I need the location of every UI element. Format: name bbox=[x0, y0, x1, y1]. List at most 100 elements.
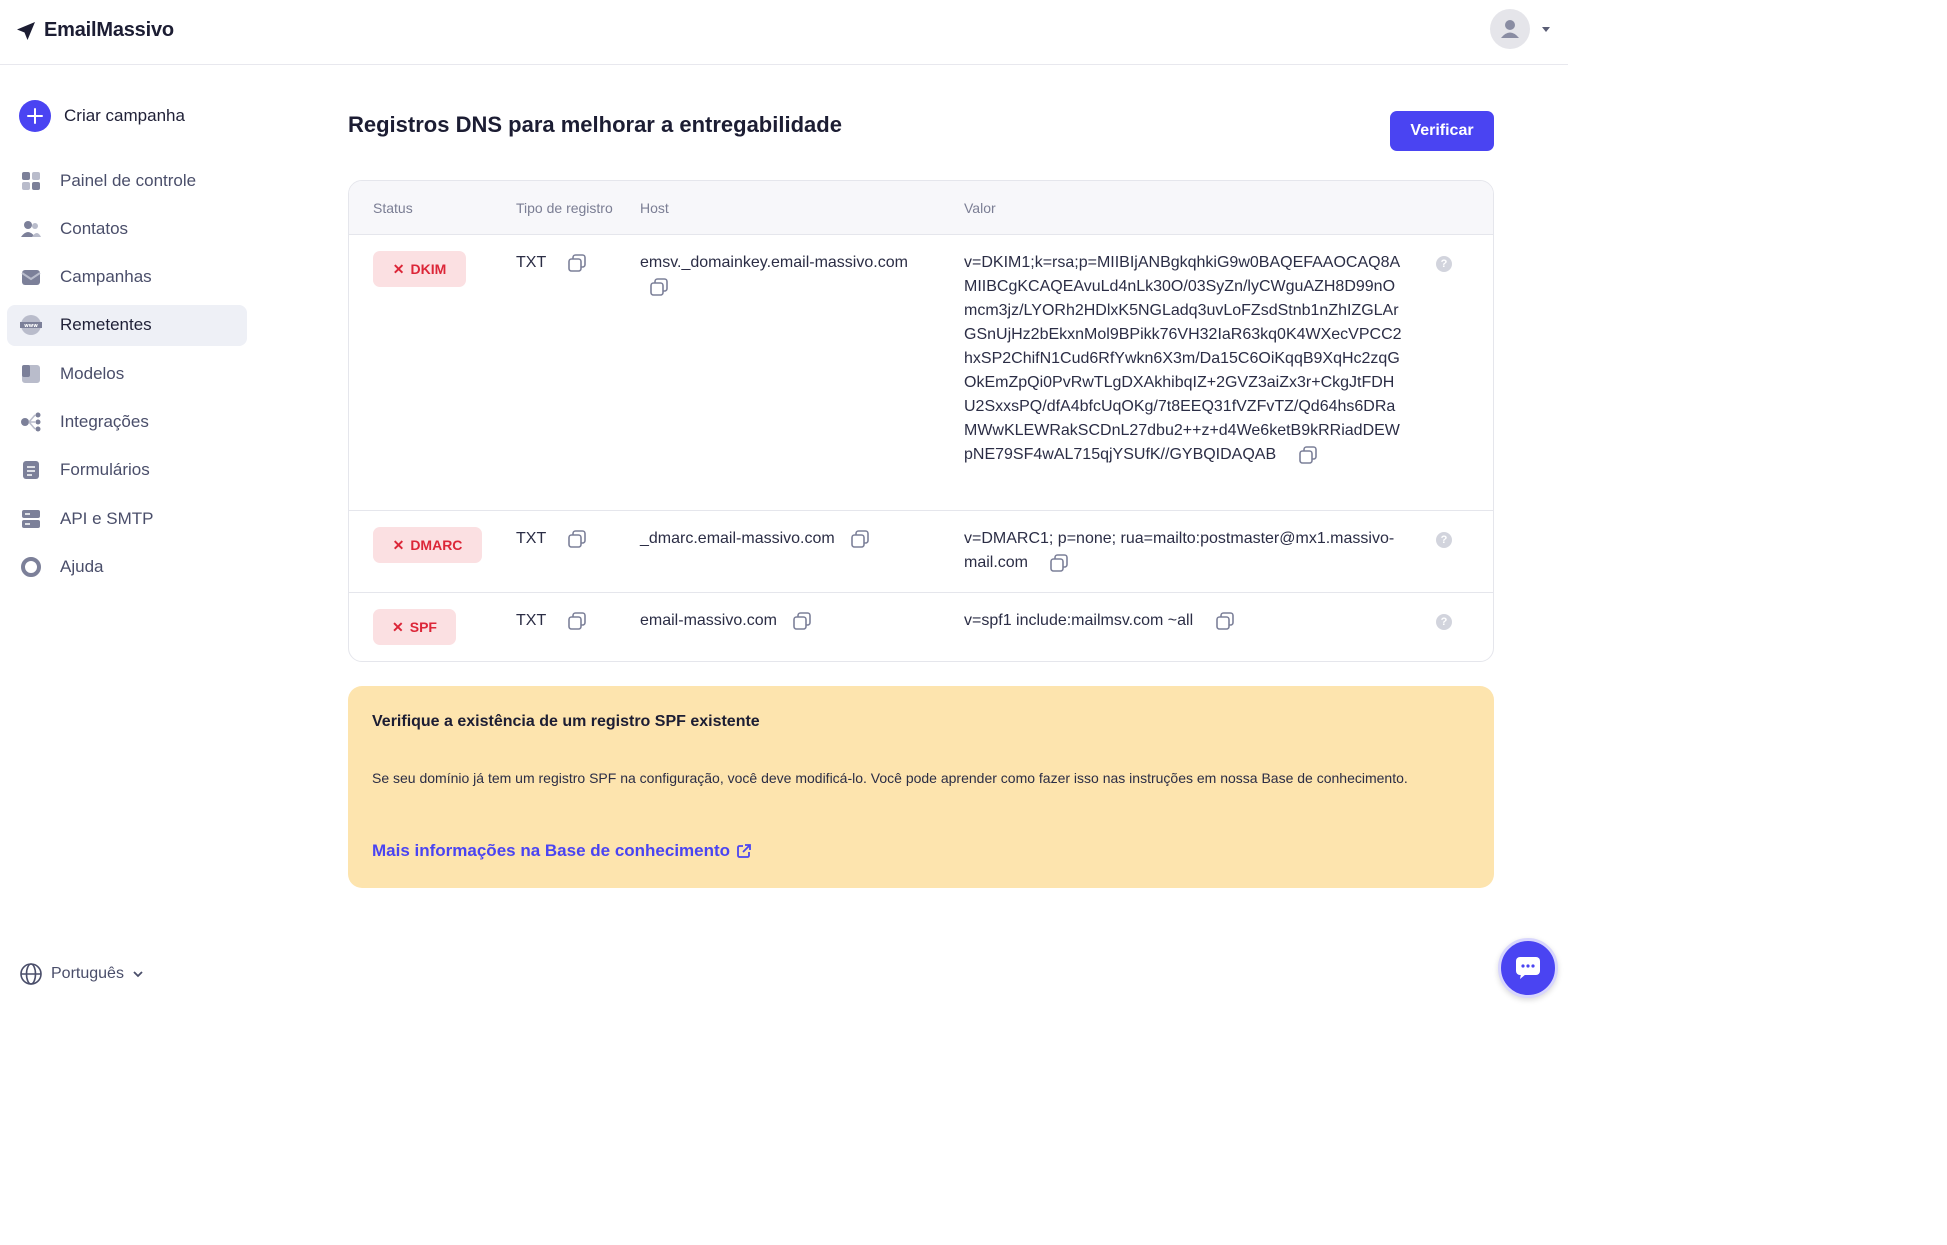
chevron-down-icon bbox=[133, 971, 143, 978]
create-campaign-label: Criar campanha bbox=[64, 106, 185, 125]
record-value: v=DKIM1;k=rsa;p=MIIBIjANBgkqhkiG9w0BAQEF… bbox=[964, 254, 1402, 463]
templates-icon bbox=[20, 363, 42, 385]
chat-button[interactable] bbox=[1498, 938, 1558, 998]
record-type: TXT bbox=[516, 254, 546, 271]
column-header-status: Status bbox=[373, 200, 413, 216]
page-title: Registros DNS para melhorar a entregabil… bbox=[348, 112, 842, 137]
host-value: email-massivo.com bbox=[640, 612, 777, 629]
dns-records-table: Status Tipo de registro Host Valor ✕ DKI… bbox=[348, 180, 1494, 662]
verify-button[interactable]: Verificar bbox=[1390, 111, 1494, 151]
copy-icon[interactable] bbox=[568, 253, 587, 272]
language-selector[interactable]: Português bbox=[19, 962, 144, 986]
close-icon: ✕ bbox=[392, 260, 405, 277]
sidebar-item-integrations[interactable]: Integrações bbox=[7, 401, 247, 442]
host-cell: _dmarc.email-massivo.com bbox=[640, 527, 869, 551]
table-header: Status Tipo de registro Host Valor bbox=[349, 181, 1493, 235]
globe-icon bbox=[20, 963, 42, 985]
sidebar-item-api-smtp[interactable]: API e SMTP bbox=[7, 498, 247, 539]
sidebar-item-help[interactable]: Ajuda bbox=[7, 546, 247, 587]
plus-icon bbox=[19, 100, 51, 132]
status-badge-label: DMARC bbox=[410, 537, 463, 553]
copy-icon[interactable] bbox=[650, 277, 668, 296]
sidebar-item-contacts[interactable]: Contatos bbox=[7, 208, 247, 249]
sidebar-item-senders[interactable]: www Remetentes bbox=[7, 304, 247, 346]
copy-icon[interactable] bbox=[1298, 445, 1317, 464]
forms-icon bbox=[20, 459, 42, 481]
record-type: TXT bbox=[516, 530, 546, 547]
sidebar-item-label: Ajuda bbox=[60, 556, 104, 576]
sidebar-item-label: Remetentes bbox=[60, 315, 152, 335]
value-cell: v=DKIM1;k=rsa;p=MIIBIjANBgkqhkiG9w0BAQEF… bbox=[964, 251, 1404, 467]
sidebar-item-templates[interactable]: Modelos bbox=[7, 353, 247, 394]
sidebar-item-label: Contatos bbox=[60, 218, 129, 238]
column-header-value: Valor bbox=[964, 200, 996, 216]
top-bar: EmailMassivo bbox=[0, 0, 1568, 65]
sidebar-item-label: Campanhas bbox=[60, 267, 152, 287]
chat-icon bbox=[1516, 957, 1540, 979]
table-row-dmarc: ✕ DMARC TXT _dmarc.email-massivo.com v=D… bbox=[349, 511, 1493, 593]
record-type-cell: TXT bbox=[516, 527, 587, 551]
close-icon: ✕ bbox=[392, 618, 404, 635]
warning-text: Se seu domínio já tem um registro SPF na… bbox=[372, 770, 1408, 786]
record-type: TXT bbox=[516, 612, 546, 629]
sidebar-item-campaigns[interactable]: Campanhas bbox=[7, 257, 247, 298]
copy-icon[interactable] bbox=[851, 529, 869, 548]
spf-warning-box: Verifique a existência de um registro SP… bbox=[348, 686, 1494, 888]
sidebar-item-label: Modelos bbox=[60, 363, 125, 383]
warning-title: Verifique a existência de um registro SP… bbox=[372, 713, 760, 730]
knowledge-base-link[interactable]: Mais informações na Base de conhecimento bbox=[372, 841, 752, 861]
user-avatar[interactable] bbox=[1490, 9, 1530, 49]
host-cell: emsv._domainkey.email-massivo.com bbox=[640, 251, 940, 299]
help-lifebuoy-icon bbox=[20, 556, 42, 578]
contacts-icon bbox=[20, 218, 42, 240]
status-badge-label: DKIM bbox=[410, 261, 447, 277]
close-icon: ✕ bbox=[392, 536, 405, 553]
app-name: EmailMassivo bbox=[44, 19, 174, 41]
sidebar-item-label: Painel de controle bbox=[60, 170, 197, 190]
record-value: v=DMARC1; p=none; rua=mailto:postmaster@… bbox=[964, 530, 1395, 571]
paper-plane-icon bbox=[17, 21, 35, 40]
sidebar-item-label: Formulários bbox=[60, 460, 150, 480]
copy-icon[interactable] bbox=[568, 529, 587, 548]
dashboard-icon bbox=[20, 170, 42, 192]
column-header-type: Tipo de registro bbox=[516, 200, 613, 216]
value-cell: v=spf1 include:mailmsv.com ~all bbox=[964, 609, 1234, 633]
create-campaign-button[interactable]: Criar campanha bbox=[19, 100, 185, 132]
sidebar-item-dashboard[interactable]: Painel de controle bbox=[7, 160, 247, 201]
column-header-host: Host bbox=[640, 200, 669, 216]
sidebar-item-label: API e SMTP bbox=[60, 508, 154, 528]
external-link-icon bbox=[737, 844, 751, 858]
table-row-spf: ✕ SPF TXT email-massivo.com v=spf1 inclu… bbox=[349, 593, 1493, 661]
status-badge: ✕ DMARC bbox=[373, 527, 482, 563]
copy-icon[interactable] bbox=[1050, 553, 1069, 572]
app-logo[interactable]: EmailMassivo bbox=[16, 19, 174, 42]
copy-icon[interactable] bbox=[568, 611, 587, 630]
sidebar-item-label: Integrações bbox=[60, 411, 149, 431]
campaigns-icon bbox=[20, 266, 42, 288]
status-badge: ✕ SPF bbox=[373, 609, 456, 645]
copy-icon[interactable] bbox=[1215, 611, 1234, 630]
copy-icon[interactable] bbox=[793, 611, 812, 630]
value-cell: v=DMARC1; p=none; rua=mailto:postmaster@… bbox=[964, 527, 1404, 575]
language-label: Português bbox=[51, 965, 124, 982]
www-icon: www bbox=[20, 314, 42, 336]
sidebar-nav: Painel de controle Contatos Campanhas ww… bbox=[7, 160, 247, 595]
status-badge-label: SPF bbox=[409, 619, 437, 635]
user-icon bbox=[1501, 20, 1519, 38]
status-badge: ✕ DKIM bbox=[373, 251, 466, 287]
help-icon[interactable]: ? bbox=[1436, 532, 1452, 548]
host-value: _dmarc.email-massivo.com bbox=[640, 530, 835, 547]
record-type-cell: TXT bbox=[516, 609, 587, 633]
record-value: v=spf1 include:mailmsv.com ~all bbox=[964, 612, 1194, 629]
chevron-down-icon[interactable] bbox=[1540, 23, 1552, 35]
help-icon[interactable]: ? bbox=[1436, 614, 1452, 630]
help-icon[interactable]: ? bbox=[1436, 256, 1452, 272]
integrations-icon bbox=[20, 411, 42, 433]
svg-text:www: www bbox=[24, 323, 38, 329]
knowledge-base-link-label: Mais informações na Base de conhecimento bbox=[372, 841, 731, 860]
sidebar-item-forms[interactable]: Formulários bbox=[7, 450, 247, 491]
api-icon bbox=[20, 508, 42, 530]
table-row-dkim: ✕ DKIM TXT emsv._domainkey.email-massivo… bbox=[349, 235, 1493, 511]
host-cell: email-massivo.com bbox=[640, 609, 812, 633]
host-value: emsv._domainkey.email-massivo.com bbox=[640, 254, 908, 271]
